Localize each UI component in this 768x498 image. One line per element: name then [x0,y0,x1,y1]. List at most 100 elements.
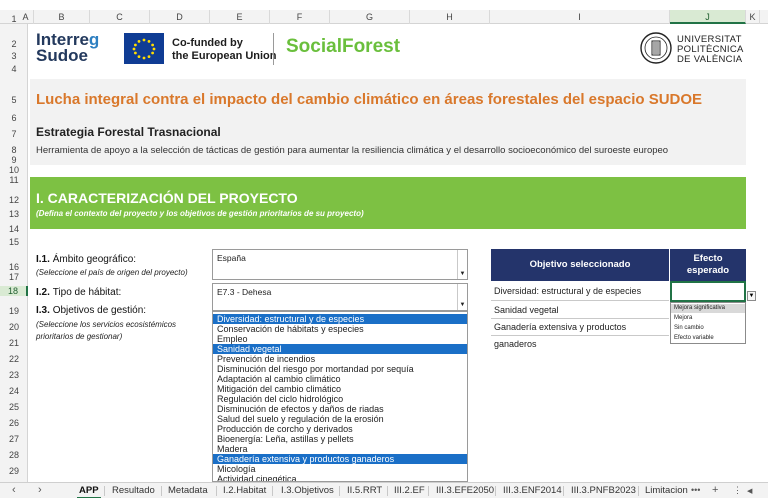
row-number[interactable]: 15 [0,237,28,247]
row-number[interactable]: 3 [0,51,28,61]
add-sheet-icon[interactable]: + [712,484,718,496]
objective-option-selected[interactable]: Sanidad vegetal [217,344,282,354]
efecto-cell-selected[interactable] [670,281,746,302]
row-number[interactable]: 4 [0,64,28,74]
row-number[interactable]: 24 [0,386,28,396]
efecto-option[interactable]: Mejora significativa [674,305,725,311]
sheet-tab[interactable]: Metadata [168,485,208,496]
sheet-tab[interactable]: III.3.PNFB2023 [571,485,636,496]
objective-option[interactable]: Micología [217,464,256,474]
efecto-option[interactable]: Efecto variable [674,335,714,341]
row-number[interactable]: 16 [0,262,28,272]
row-number[interactable]: 26 [0,418,28,428]
row-number[interactable]: 23 [0,370,28,380]
efecto-options-popup[interactable]: Mejora significativa Mejora Sin cambio E… [670,302,746,344]
column-header[interactable]: H [410,10,490,24]
column-header[interactable]: D [150,10,210,24]
row-number[interactable]: 13 [0,209,28,219]
objective-option[interactable]: Producción de corcho y derivados [217,424,353,434]
habitat-label: I.2. Tipo de hábitat: [36,287,121,298]
logo-divider [273,33,274,65]
tab-separator [216,486,217,496]
objective-option[interactable]: Salud del suelo y regulación de la erosi… [217,414,384,424]
sheet-tab[interactable]: I.3.Objetivos [281,485,334,496]
column-header[interactable]: F [270,10,330,24]
objective-option[interactable]: Disminución de efectos y daños de riadas [217,404,384,414]
dropdown-arrow-icon[interactable]: ▼ [457,250,467,279]
prev-sheet-icon[interactable]: ‹ [12,484,16,496]
objective-option[interactable]: Madera [217,444,248,454]
objective-option[interactable]: Bioenergía: Leña, astillas y pellets [217,434,354,444]
objective-option[interactable]: Mitigación del cambio climático [217,384,341,394]
objective-option[interactable]: Regulación del ciclo hidrológico [217,394,343,404]
table-row[interactable]: Sanidad vegetal [491,302,669,319]
sheet-tab[interactable]: Resultado [112,485,155,496]
tab-separator [161,486,162,496]
habitat-dropdown[interactable]: E7.3 - Dehesa ▼ [212,283,468,311]
column-header[interactable]: C [90,10,150,24]
sheet-tab[interactable]: II.5.RRT [347,485,382,496]
next-sheet-icon[interactable]: › [38,484,42,496]
column-header[interactable]: G [330,10,410,24]
more-tabs-icon[interactable]: ••• [691,485,700,495]
row-number[interactable]: 27 [0,434,28,444]
sheet-tab-app[interactable]: APP [77,485,101,498]
strategy-subtitle: Estrategia Forestal Trasnacional [36,125,221,139]
objective-option[interactable]: Actividad cinegética [217,474,297,481]
table-cell-text: Ganadería extensiva y productos ganadero… [494,322,627,349]
cell-dropdown-button[interactable]: ▼ [747,291,756,301]
objective-option[interactable]: Prevención de incendios [217,354,315,364]
row-number[interactable]: 29 [0,466,28,476]
sheet-tab[interactable]: I.2.Habitat [223,485,266,496]
sheet-tab[interactable]: III.3.EFE2050 [436,485,494,496]
dropdown-arrow-icon[interactable]: ▼ [457,284,467,310]
objectives-listbox[interactable]: Diversidad: estructural y de especies Con… [212,311,468,482]
objective-option[interactable]: Conservación de hábitats y especies [217,324,364,334]
column-header[interactable]: B [34,10,90,24]
section-title: I. CARACTERIZACIÓN DEL PROYECTO [36,190,298,206]
sheet-menu-icon[interactable]: ⋮ [733,485,742,496]
sheet-tab[interactable]: III.2.EF [394,485,425,496]
objective-option-selected[interactable]: Diversidad: estructural y de especies [217,314,364,324]
row-number[interactable]: 9 [0,155,28,165]
objective-option[interactable]: Adaptación al cambio climático [217,374,341,384]
row-number[interactable]: 21 [0,338,28,348]
row-number[interactable]: 7 [0,129,28,139]
row-number[interactable]: 6 [0,113,28,123]
socialforest-logo: SocialForest [286,36,401,57]
row-number[interactable]: 22 [0,354,28,364]
column-header[interactable]: K [746,10,760,24]
row-number-selected[interactable]: 18 [0,286,28,296]
sheet-tab[interactable]: III.3.ENF2014 [503,485,562,496]
column-header-selected[interactable]: J [670,10,746,24]
table-row[interactable]: Diversidad: estructural y de especies [491,282,669,301]
efecto-option[interactable]: Mejora [674,315,692,321]
row-number[interactable]: 2 [0,39,28,49]
table-row[interactable]: Ganadería extensiva y productos ganadero… [491,319,669,349]
row-number[interactable]: 17 [0,272,28,282]
upv-line: DE VALÈNCIA [677,54,743,65]
row-number[interactable]: 14 [0,224,28,234]
row-number[interactable]: 10 [0,165,28,175]
column-header[interactable]: I [490,10,670,24]
row-number[interactable]: 20 [0,322,28,332]
row-number[interactable]: 25 [0,402,28,412]
spreadsheet-window: A B C D E F G H I J K 1 2 3 4 5 6 7 8 9 … [0,0,768,498]
ambito-dropdown[interactable]: España ▼ [212,249,468,280]
cofund-line: Co-funded by [172,37,243,49]
objective-option[interactable]: Disminución del riesgo por mortandad por… [217,364,414,374]
row-number[interactable]: 28 [0,450,28,460]
objective-option[interactable]: Empleo [217,334,248,344]
row-number[interactable]: 5 [0,95,28,105]
column-header[interactable]: E [210,10,270,24]
scroll-left-icon[interactable]: ◀ [747,487,752,495]
objective-option-selected[interactable]: Ganadería extensiva y productos ganadero… [217,454,394,464]
row-number[interactable]: 1 [0,14,28,24]
row-number[interactable]: 12 [0,195,28,205]
row-number[interactable]: 19 [0,306,28,316]
efecto-option[interactable]: Sin cambio [674,325,704,331]
row-number[interactable]: 8 [0,145,28,155]
sheet-tab[interactable]: Limitacion [645,485,688,496]
row-number[interactable]: 11 [0,175,28,185]
header-text: Objetivo seleccionado [529,259,631,270]
